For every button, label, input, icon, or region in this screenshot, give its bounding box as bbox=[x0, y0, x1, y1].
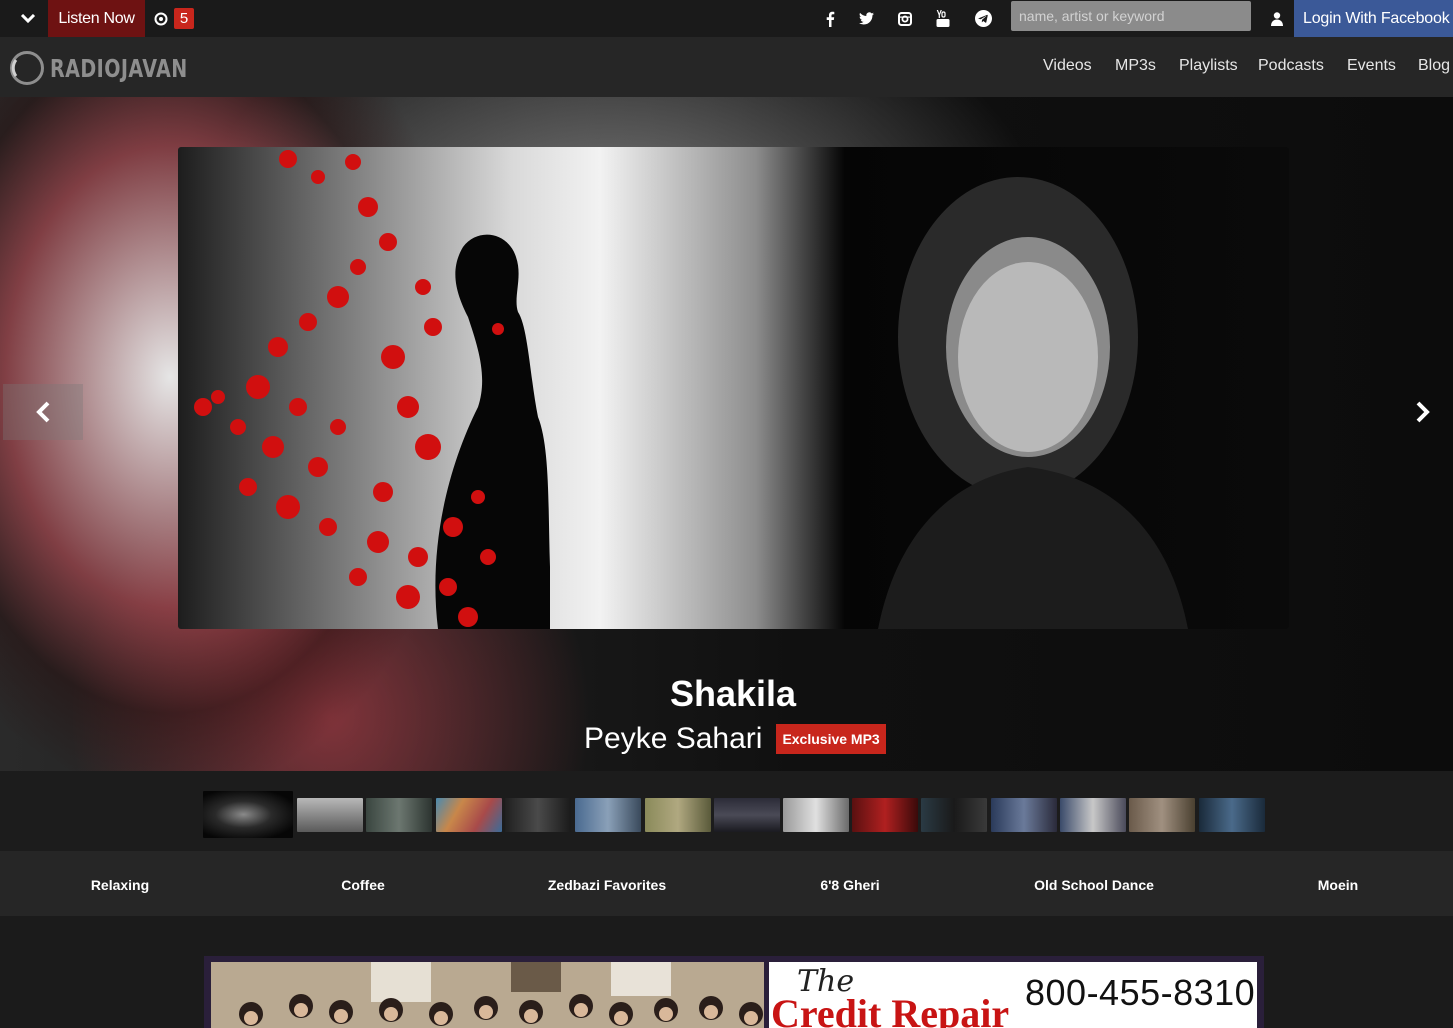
thumbnail-item[interactable] bbox=[783, 798, 849, 832]
featured-artist-name[interactable]: Shakila bbox=[0, 673, 1453, 715]
thumbnail-item[interactable] bbox=[852, 798, 918, 832]
logo-ring-icon bbox=[10, 51, 44, 85]
ad-brand-name: Credit Repair bbox=[771, 991, 1010, 1028]
nav-playlists[interactable]: Playlists bbox=[1179, 57, 1238, 75]
notification-count: 5 bbox=[174, 8, 194, 29]
telegram-link[interactable] bbox=[968, 0, 998, 37]
exclusive-badge: Exclusive MP3 bbox=[776, 724, 886, 754]
playlist-old-school-dance[interactable]: Old School Dance bbox=[974, 877, 1214, 893]
carousel-prev-button[interactable] bbox=[3, 384, 83, 440]
instagram-link[interactable] bbox=[890, 0, 920, 37]
nav-events[interactable]: Events bbox=[1347, 57, 1396, 75]
carousel-thumbnails bbox=[0, 771, 1453, 851]
nav-podcasts[interactable]: Podcasts bbox=[1258, 57, 1324, 75]
login-with-facebook-button[interactable]: Login With Facebook bbox=[1294, 0, 1453, 37]
playlist-6-8-gheri[interactable]: 6'8 Gheri bbox=[730, 877, 970, 893]
thumbnail-item[interactable] bbox=[575, 798, 641, 832]
nav-mp3s[interactable]: MP3s bbox=[1115, 57, 1156, 75]
artwork-illustration bbox=[194, 150, 1188, 629]
thumbnail-item[interactable] bbox=[366, 798, 432, 832]
login-label: Login With Facebook bbox=[1303, 9, 1450, 27]
thumbnail-item[interactable] bbox=[921, 798, 987, 832]
nav-videos[interactable]: Videos bbox=[1043, 57, 1092, 75]
telegram-icon bbox=[974, 10, 992, 27]
featured-artwork[interactable] bbox=[178, 147, 1289, 629]
youtube-icon bbox=[936, 10, 950, 27]
listen-now-label: Listen Now bbox=[58, 9, 135, 27]
menu-toggle-button[interactable] bbox=[8, 0, 48, 37]
main-header: RADIOJAVAN Videos MP3s Playlists Podcast… bbox=[0, 37, 1453, 97]
user-account-button[interactable] bbox=[1264, 0, 1290, 37]
youtube-link[interactable] bbox=[928, 0, 958, 37]
thumbnail-item[interactable] bbox=[1129, 798, 1195, 832]
advertisement-banner[interactable]: The Credit Repair 800-455-8310 bbox=[204, 956, 1264, 1028]
playlist-relaxing[interactable]: Relaxing bbox=[0, 877, 240, 893]
featured-carousel: Shakila Peyke Sahari Exclusive MP3 bbox=[0, 97, 1453, 771]
chevron-down-icon bbox=[20, 13, 36, 23]
playlist-moein[interactable]: Moein bbox=[1218, 877, 1453, 893]
ad-phone-number[interactable]: 800-455-8310 bbox=[1025, 972, 1255, 1014]
thumbnail-item[interactable] bbox=[203, 791, 293, 838]
twitter-link[interactable] bbox=[851, 0, 881, 37]
instagram-icon bbox=[898, 11, 912, 26]
playlists-bar: Relaxing Coffee Zedbazi Favorites 6'8 Gh… bbox=[0, 851, 1453, 916]
ad-photo-illustration bbox=[211, 962, 764, 1028]
thumbnail-item[interactable] bbox=[991, 798, 1057, 832]
notifications-button[interactable]: 5 bbox=[154, 8, 194, 29]
user-icon bbox=[1271, 11, 1283, 26]
ad-credit-repair: The Credit Repair 800-455-8310 bbox=[769, 962, 1257, 1028]
top-bar: Listen Now 5 Login With Facebook bbox=[0, 0, 1453, 37]
thumbnail-item[interactable] bbox=[645, 798, 711, 832]
target-icon bbox=[154, 12, 168, 25]
listen-now-button[interactable]: Listen Now bbox=[48, 0, 145, 37]
search-input[interactable] bbox=[1011, 1, 1251, 31]
thumbnail-item[interactable] bbox=[1060, 798, 1126, 832]
thumbnail-item[interactable] bbox=[714, 798, 780, 832]
featured-song-row: Peyke Sahari Exclusive MP3 bbox=[584, 721, 886, 757]
nav-blog[interactable]: Blog bbox=[1418, 57, 1450, 75]
facebook-icon bbox=[826, 11, 835, 27]
radiojavan-logo[interactable]: RADIOJAVAN bbox=[8, 51, 212, 85]
thumbnail-item[interactable] bbox=[436, 798, 502, 832]
playlist-zedbazi-favorites[interactable]: Zedbazi Favorites bbox=[487, 877, 727, 893]
thumbnail-item[interactable] bbox=[297, 798, 363, 832]
carousel-next-button[interactable] bbox=[1398, 384, 1448, 440]
chevron-right-icon bbox=[1416, 401, 1430, 423]
featured-song-title[interactable]: Peyke Sahari bbox=[584, 722, 762, 756]
twitter-icon bbox=[858, 12, 874, 25]
playlist-coffee[interactable]: Coffee bbox=[243, 877, 483, 893]
thumbnail-item[interactable] bbox=[505, 798, 571, 832]
ad-group-photo bbox=[211, 962, 764, 1028]
thumbnail-item[interactable] bbox=[1199, 798, 1265, 832]
facebook-link[interactable] bbox=[815, 0, 845, 37]
logo-text: RADIOJAVAN bbox=[50, 53, 188, 83]
chevron-left-icon bbox=[36, 401, 50, 423]
